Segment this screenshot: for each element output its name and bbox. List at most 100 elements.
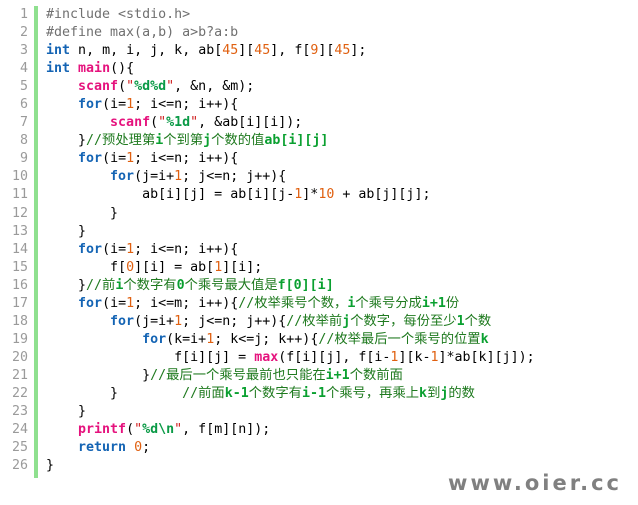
identifier-token: f bbox=[110, 259, 119, 275]
punctuation-token: } bbox=[78, 223, 87, 239]
comment-token: 个数 bbox=[464, 313, 492, 329]
identifier-token: n bbox=[174, 241, 183, 257]
code-line[interactable]: ab[i][j] = ab[i][j-1]*10 + ab[j][j]; bbox=[46, 186, 638, 204]
punctuation-token: ]); bbox=[246, 422, 271, 438]
code-line[interactable]: } bbox=[46, 223, 638, 241]
comment-token: //最后一个乘号最前也只能在 bbox=[150, 367, 326, 383]
punctuation-token: } bbox=[142, 367, 151, 383]
punctuation-token: , bbox=[110, 43, 127, 59]
code-line[interactable]: f[i][j] = max(f[i][j], f[i-1][k-1]*ab[k]… bbox=[46, 349, 638, 367]
punctuation-token: ++){ bbox=[206, 241, 239, 257]
punctuation-token: ; bbox=[182, 313, 199, 329]
code-line[interactable]: int n, m, i, j, k, ab[45][45], f[9][45]; bbox=[46, 42, 638, 60]
comment-identifier-token: i+1 bbox=[325, 367, 350, 383]
punctuation-token: + bbox=[166, 169, 175, 185]
punctuation-token: [ bbox=[158, 187, 167, 203]
line-number: 22 bbox=[11, 385, 28, 401]
punctuation-token: ++){ bbox=[254, 313, 287, 329]
punctuation-token: ][ bbox=[222, 422, 239, 438]
punctuation-token: ( bbox=[102, 97, 111, 113]
comment-token: //枚举前 bbox=[286, 313, 343, 329]
identifier-token: n bbox=[174, 97, 183, 113]
identifier-token: i bbox=[110, 97, 119, 113]
number-token: 1 bbox=[206, 331, 215, 347]
gutter-divider bbox=[34, 6, 38, 478]
line-number-gutter: 1 2 3 4 5 6 7 8 9 10 11 12 13 14 15 16 1… bbox=[0, 0, 34, 476]
identifier-token: f bbox=[198, 422, 207, 438]
punctuation-token: ; bbox=[182, 169, 199, 185]
code-line[interactable]: return 0; bbox=[46, 439, 638, 457]
code-line[interactable]: printf("%d\n", f[m][n]); bbox=[46, 421, 638, 439]
code-line[interactable]: for(j=i+1; j<=n; j++){ bbox=[46, 168, 638, 186]
code-line[interactable]: #include <stdio.h> bbox=[46, 6, 638, 24]
string-escape-token: %d bbox=[150, 79, 167, 95]
punctuation-token: [ bbox=[206, 422, 215, 438]
code-line[interactable]: for(k=i+1; k<=j; k++){//枚举最后一个乘号的位置k bbox=[46, 331, 638, 349]
comment-identifier-token: k bbox=[419, 385, 428, 401]
identifier-token: i bbox=[110, 151, 119, 167]
string-quote-token: " bbox=[174, 422, 183, 438]
code-line[interactable]: for(j=i+1; j<=n; j++){//枚举前j个数字，每份至少1个数 bbox=[46, 313, 638, 331]
code-line[interactable]: for(i=1; i<=n; i++){ bbox=[46, 96, 638, 114]
code-line[interactable]: scanf("%d%d", &n, &m); bbox=[46, 78, 638, 96]
punctuation-token: } bbox=[78, 133, 87, 149]
punctuation-token: ][ bbox=[174, 187, 191, 203]
punctuation-token: ], bbox=[270, 43, 295, 59]
punctuation-token: ]; bbox=[414, 187, 431, 203]
identifier-token: i bbox=[150, 241, 159, 257]
keyword-token: for bbox=[78, 295, 103, 311]
identifier-token: ab bbox=[198, 43, 215, 59]
punctuation-token: = bbox=[118, 151, 127, 167]
code-line[interactable]: }//前i个数字有0个乘号最大值是f[0][i] bbox=[46, 277, 638, 295]
string-quote-token: " bbox=[134, 422, 143, 438]
punctuation-token: ++){ bbox=[254, 169, 287, 185]
comment-token: //预处理第 bbox=[86, 133, 156, 149]
punctuation-token: [ bbox=[182, 349, 191, 365]
punctuation-token bbox=[70, 43, 78, 58]
line-number: 11 bbox=[11, 187, 28, 203]
code-line[interactable]: } //前面k-1个数字有i-1个乘号，再乘上k到j的数 bbox=[46, 385, 638, 403]
line-number: 24 bbox=[11, 422, 28, 438]
code-line[interactable]: for(i=1; i<=n; i++){ bbox=[46, 241, 638, 259]
line-number: 21 bbox=[11, 367, 28, 383]
code-line[interactable]: #define max(a,b) a>b?a:b bbox=[46, 24, 638, 42]
code-line[interactable]: for(i=1; i<=m; i++){//枚举乘号个数，i个乘号分成i+1份 bbox=[46, 295, 638, 313]
punctuation-token: = bbox=[182, 331, 191, 347]
punctuation-token: } bbox=[110, 205, 119, 221]
punctuation-token: [ bbox=[206, 259, 215, 275]
punctuation-token: , bbox=[158, 43, 175, 59]
keyword-token: int bbox=[46, 61, 71, 77]
punctuation-token: ++){ bbox=[286, 331, 319, 347]
punctuation-token: ; bbox=[182, 295, 199, 311]
punctuation-token: ][ bbox=[222, 259, 239, 275]
code-line[interactable]: }//最后一个乘号最前也只能在i+1个数前面 bbox=[46, 367, 638, 385]
punctuation-token: ( bbox=[102, 295, 111, 311]
code-line[interactable]: for(i=1; i<=n; i++){ bbox=[46, 150, 638, 168]
comment-identifier-token: i+1 bbox=[421, 295, 446, 311]
punctuation-token: = bbox=[118, 241, 127, 257]
code-text[interactable]: #include <stdio.h> #define max(a,b) a>b?a… bbox=[34, 0, 638, 475]
number-token: 1 bbox=[126, 241, 135, 257]
punctuation-token: ); bbox=[238, 79, 255, 95]
punctuation-token: (){ bbox=[110, 61, 135, 77]
identifier-token: ab bbox=[190, 259, 207, 275]
comment-token: 个数字，每份至少 bbox=[350, 313, 457, 329]
punctuation-token: ] = bbox=[222, 349, 255, 365]
code-line[interactable]: } bbox=[46, 403, 638, 421]
preprocessor-token: #define max(a,b) a>b?a:b bbox=[46, 25, 239, 41]
code-line[interactable]: int main(){ bbox=[46, 60, 638, 78]
code-line[interactable]: }//预处理第i个到第j个数的值ab[i][j] bbox=[46, 132, 638, 150]
code-area[interactable]: 1 2 3 4 5 6 7 8 9 10 11 12 13 14 15 16 1… bbox=[0, 0, 638, 505]
code-line[interactable]: } bbox=[46, 205, 638, 223]
code-line[interactable]: f[0][i] = ab[1][i]; bbox=[46, 259, 638, 277]
keyword-token: for bbox=[78, 241, 103, 257]
string-escape-token: %d bbox=[134, 79, 151, 95]
code-line[interactable]: scanf("%1d", &ab[i][i]); bbox=[46, 114, 638, 132]
punctuation-token: ; bbox=[230, 169, 247, 185]
